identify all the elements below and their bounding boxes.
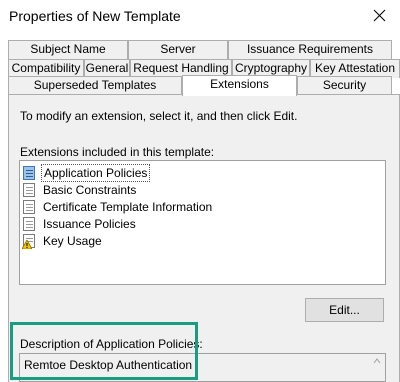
list-item-label: Basic Constraints (43, 182, 137, 197)
list-item[interactable]: Issuance Policies (23, 215, 138, 232)
tab-security[interactable]: Security (297, 76, 392, 95)
close-icon (373, 9, 386, 22)
tab-subject-name[interactable]: Subject Name (8, 40, 128, 59)
description-text: Remtoe Desktop Authentication (24, 358, 193, 372)
doc-icon (23, 216, 37, 231)
doc-icon (23, 199, 37, 214)
warning-icon (22, 239, 32, 249)
description-label: Description of Application Policies: (20, 337, 203, 351)
instruction-text: To modify an extension, select it, and t… (20, 109, 298, 123)
window-title: Properties of New Template (9, 8, 181, 24)
policy-doc-icon (23, 165, 37, 180)
title-bar: Properties of New Template (0, 0, 400, 34)
warning-doc-icon (22, 233, 37, 249)
extensions-list-label: Extensions included in this template: (20, 145, 215, 159)
edit-button[interactable]: Edit... (305, 298, 384, 322)
list-item-label: Issuance Policies (43, 216, 136, 231)
list-item[interactable]: Basic Constraints (23, 181, 138, 198)
tab-superseded-templates[interactable]: Superseded Templates (8, 76, 182, 95)
tab-issuance-requirements[interactable]: Issuance Requirements (228, 40, 392, 59)
description-field[interactable]: Remtoe Desktop Authentication (19, 353, 386, 382)
scroll-up-icon[interactable] (373, 358, 381, 364)
list-item[interactable]: Application Policies (23, 163, 151, 182)
close-button[interactable] (360, 0, 400, 32)
list-item-label: Application Policies (41, 163, 151, 182)
tab-server[interactable]: Server (128, 40, 228, 59)
list-item[interactable]: Certificate Template Information (23, 198, 214, 215)
list-item[interactable]: Key Usage (22, 232, 104, 249)
list-item-label: Key Usage (43, 233, 102, 248)
extensions-listbox[interactable]: Application Policies Basic Constraints C… (19, 160, 386, 285)
tab-extensions[interactable]: Extensions (182, 75, 297, 96)
doc-icon (23, 182, 37, 197)
list-item-label: Certificate Template Information (43, 199, 213, 214)
